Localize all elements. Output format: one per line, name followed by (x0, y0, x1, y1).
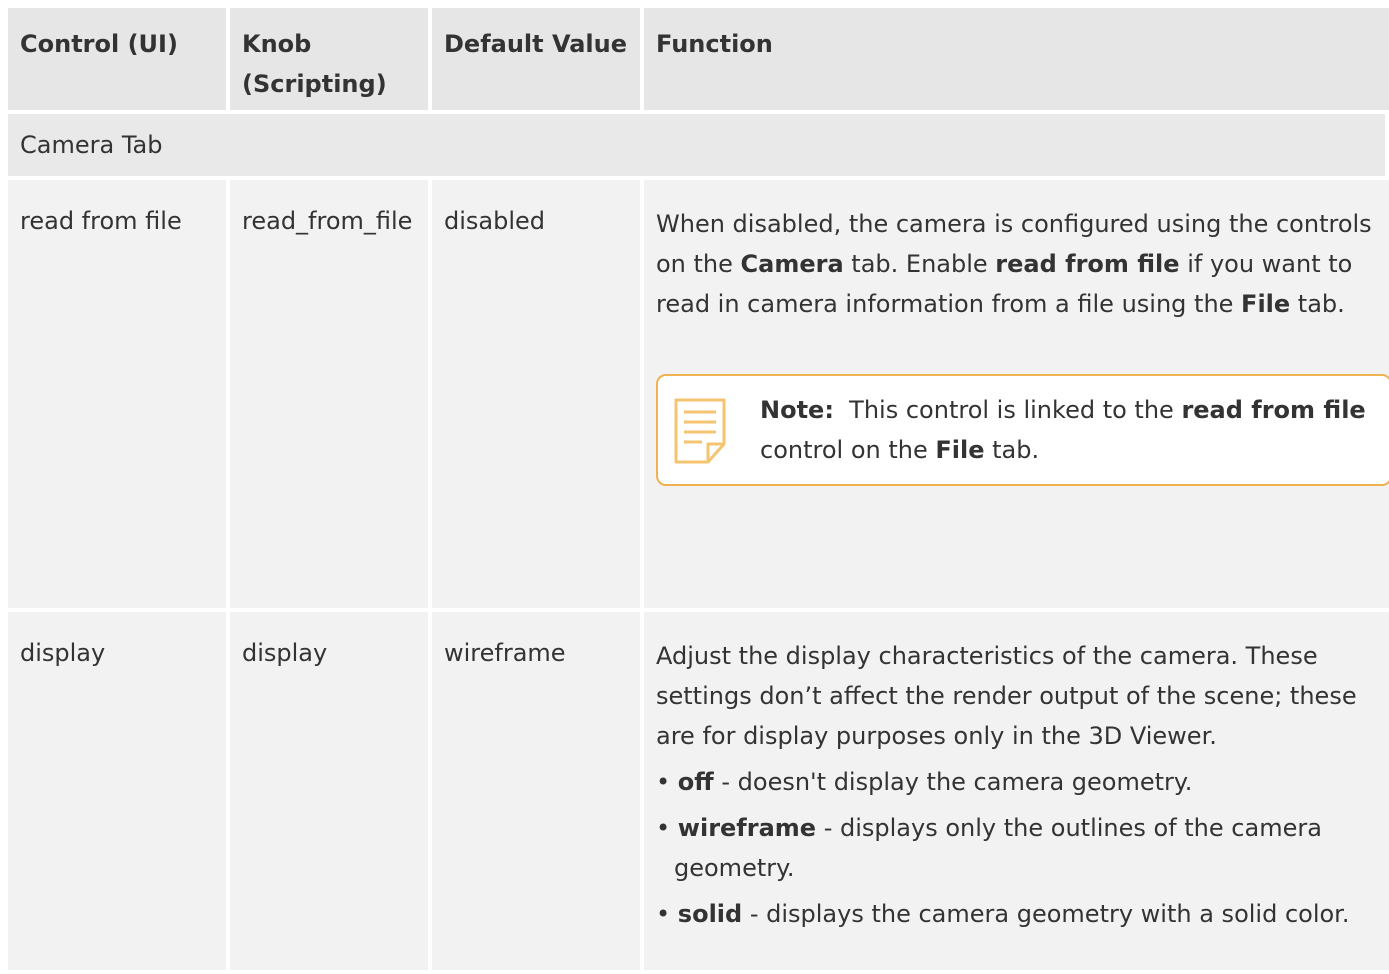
bold-text: File (935, 436, 985, 464)
text: This control is linked to the (833, 396, 1182, 424)
text: tab. (984, 436, 1040, 464)
text: tab. (1290, 290, 1345, 318)
table-header-row: Control (UI) Knob (Scripting) Default Va… (8, 8, 1389, 114)
header-control: Control (UI) (8, 8, 230, 110)
default-cell: disabled (432, 180, 644, 608)
table-row: display display wireframe Adjust the dis… (8, 612, 1389, 974)
function-description: Adjust the display characteristics of th… (656, 642, 1357, 750)
note-text: Note: This control is linked to the read… (760, 390, 1376, 470)
header-knob: Knob (Scripting) (230, 8, 432, 110)
parameters-table: Control (UI) Knob (Scripting) Default Va… (8, 8, 1389, 974)
text: control on the (760, 436, 936, 464)
header-function: Function (656, 30, 773, 58)
bold-text: read from file (1181, 396, 1366, 424)
note-callout: Note: This control is linked to the read… (656, 374, 1389, 486)
function-cell: When disabled, the camera is configured … (644, 180, 1389, 608)
header-default: Default Value (432, 8, 644, 110)
note-icon (674, 398, 726, 464)
knob-cell: display (230, 612, 432, 970)
list-item: • wireframe - displays only the outlines… (656, 814, 1322, 882)
section-row: Camera Tab (8, 114, 1389, 180)
knob-cell: read_from_file (230, 180, 432, 608)
bold-text: File (1241, 290, 1291, 318)
list-item: • solid - displays the camera geometry w… (656, 900, 1350, 928)
default-cell: wireframe (432, 612, 644, 970)
text: - doesn't display the camera geometry. (713, 768, 1193, 796)
bold-text: read from file (995, 250, 1180, 278)
note-label: Note: (760, 396, 834, 424)
table-row: read from file read_from_file disabled W… (8, 180, 1389, 612)
text: - displays the camera geometry with a so… (742, 900, 1350, 928)
text: tab. Enable (843, 250, 996, 278)
bold-text: solid (677, 900, 743, 928)
function-cell: Adjust the display characteristics of th… (644, 612, 1389, 970)
list-item: • off - doesn't display the camera geome… (656, 768, 1193, 796)
function-description: When disabled, the camera is configured … (656, 204, 1389, 324)
control-cell: display (8, 612, 230, 970)
bold-text: off (677, 768, 714, 796)
control-cell: read from file (8, 180, 230, 608)
bold-text: Camera (740, 250, 844, 278)
bold-text: wireframe (677, 814, 817, 842)
section-label: Camera Tab (8, 114, 1389, 176)
